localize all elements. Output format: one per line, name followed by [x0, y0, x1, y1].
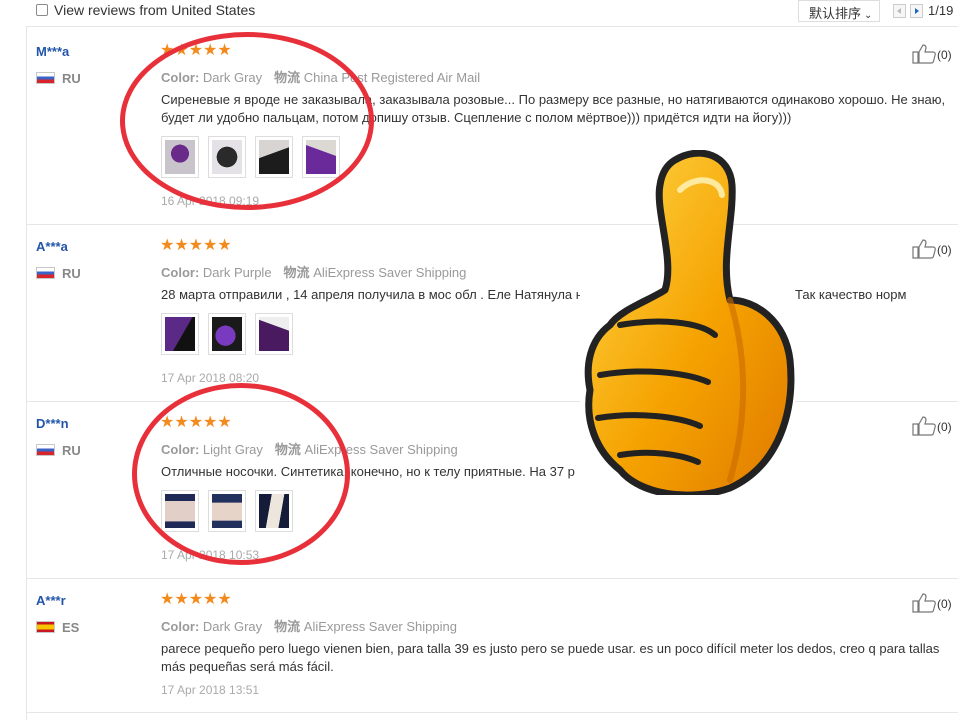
highlight-circle: [132, 383, 350, 565]
flag-es-icon: [36, 621, 55, 633]
highlight-circle: [120, 32, 374, 210]
review-meta: Color: Dark Gray 物流 AliExpress Saver Ship…: [161, 616, 457, 635]
country-filter-label[interactable]: View reviews from United States: [54, 2, 255, 18]
page-indicator: 1/19: [928, 3, 954, 18]
arrow-left-icon: [897, 8, 901, 14]
like-count: (0): [937, 420, 952, 434]
like-count: (0): [937, 48, 952, 62]
star-rating: ★★★★★: [160, 237, 232, 254]
like-count: (0): [937, 243, 952, 257]
thumbs-up-icon[interactable]: [912, 593, 936, 613]
review-text: parece pequeño pero luego vienen bien, p…: [161, 641, 940, 674]
thumbs-up-icon[interactable]: [912, 416, 936, 436]
color-label: Color:: [161, 265, 200, 280]
review-photo[interactable]: [208, 313, 246, 355]
reviewer-name[interactable]: M***a: [36, 44, 69, 59]
flag-ru-icon: [36, 72, 55, 84]
review-photo[interactable]: [255, 313, 293, 355]
divider: [26, 26, 958, 27]
shipping-value: AliExpress Saver Shipping: [303, 619, 457, 634]
shipping-label: 物流: [274, 619, 301, 634]
review-text-tail: Так качество норм: [795, 287, 907, 302]
review-text: 28 марта отправили , 14 апреля получила …: [161, 287, 583, 302]
chevron-down-icon: ⌄: [864, 10, 873, 21]
next-page-button[interactable]: [910, 4, 923, 18]
flag-ru-icon: [36, 444, 55, 456]
prev-page-button[interactable]: [893, 4, 906, 18]
thumbs-up-icon[interactable]: [912, 44, 936, 64]
arrow-right-icon: [915, 8, 919, 14]
shipping-label: 物流: [283, 265, 310, 280]
thumbs-up-overlay-icon: [580, 150, 795, 495]
reviewer-name[interactable]: A***a: [36, 239, 68, 254]
divider: [26, 578, 958, 579]
divider: [26, 401, 958, 402]
review-date: 17 Apr 2018 13:51: [161, 683, 260, 697]
star-rating: ★★★★★: [160, 591, 232, 608]
divider: [26, 224, 958, 225]
reviewer-name[interactable]: D***n: [36, 416, 69, 431]
country-filter-checkbox[interactable]: [36, 4, 48, 16]
reviewer-name[interactable]: A***r: [36, 593, 66, 608]
flag-ru-icon: [36, 267, 55, 279]
like-count: (0): [937, 597, 952, 611]
divider: [26, 26, 27, 720]
color-label: Color:: [161, 619, 200, 634]
reviewer-country: RU: [62, 71, 81, 86]
thumbs-up-icon[interactable]: [912, 239, 936, 259]
shipping-value: AliExpress Saver Shipping: [313, 265, 467, 280]
review-toolbar: View reviews from United States 默认排序 ⌄ 1/…: [0, 0, 974, 22]
reviewer-country: ES: [62, 620, 80, 635]
color-value: Dark Gray: [202, 619, 263, 634]
color-value: Dark Purple: [202, 265, 272, 280]
divider: [26, 712, 958, 713]
review-photo[interactable]: [161, 313, 199, 355]
reviewer-country: RU: [62, 443, 81, 458]
reviewer-country: RU: [62, 266, 81, 281]
sort-label: 默认排序: [809, 6, 862, 21]
sort-dropdown[interactable]: 默认排序 ⌄: [798, 0, 880, 22]
review-meta: Color: Dark Purple 物流 AliExpress Saver Sh…: [161, 262, 466, 281]
